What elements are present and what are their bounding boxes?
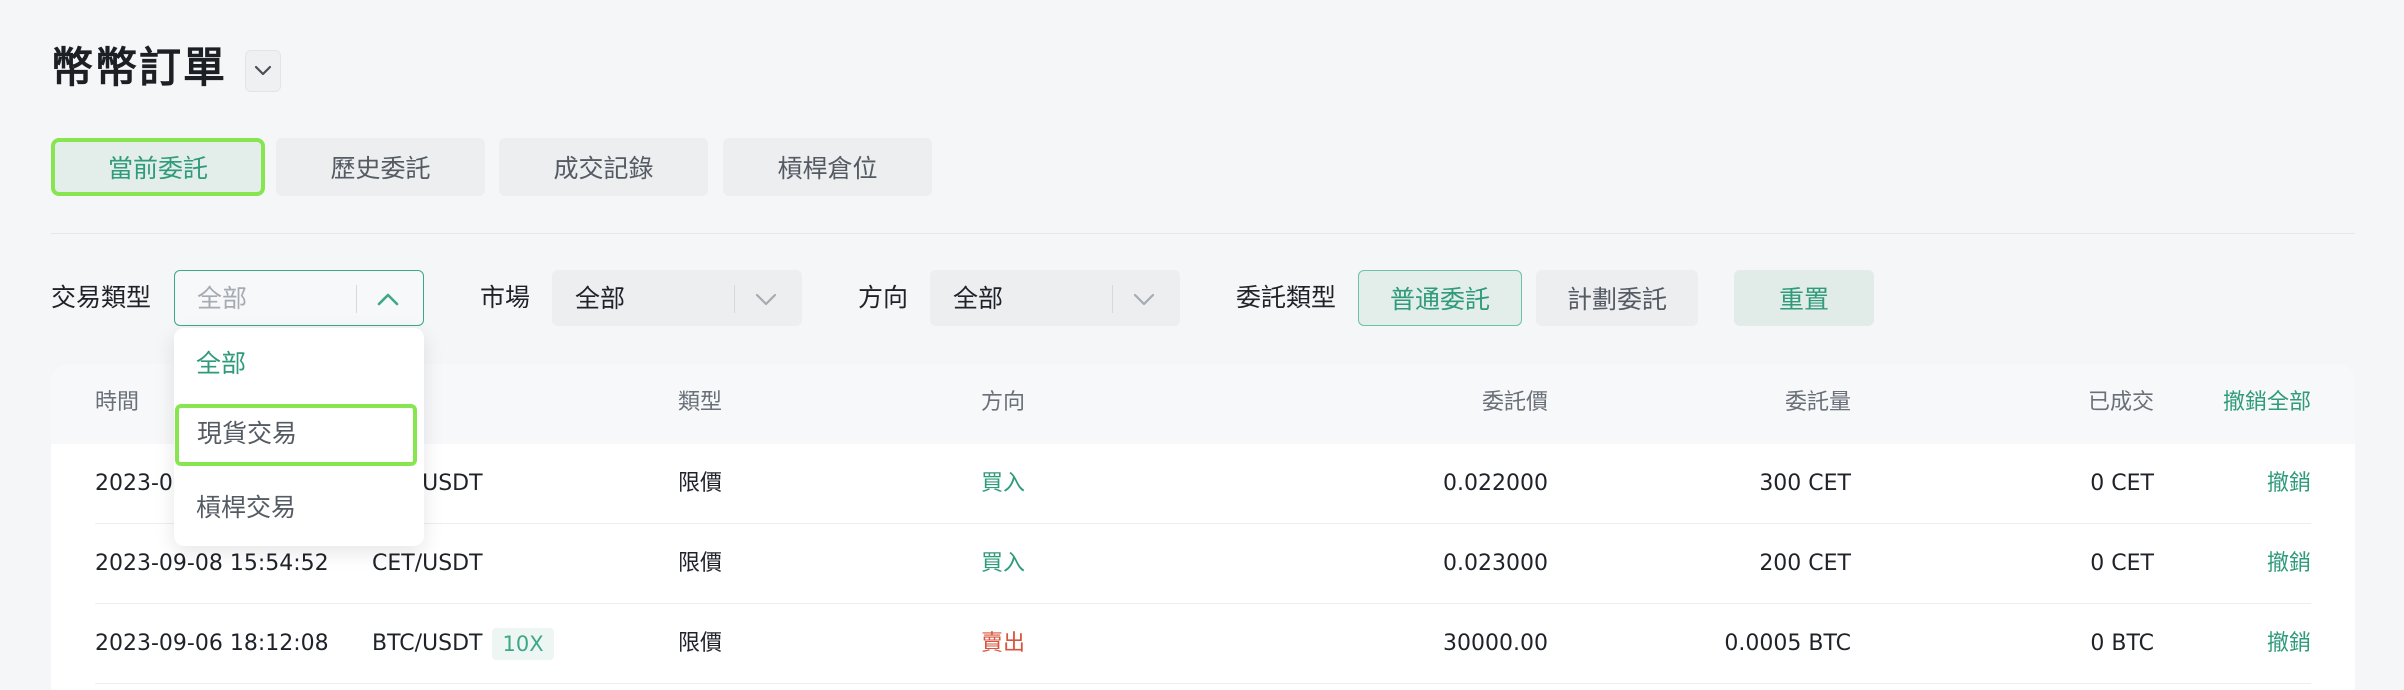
tab-trade-records[interactable]: 成交記錄 — [499, 138, 708, 196]
header-amount: 委託量 — [1784, 390, 1851, 415]
header-type: 類型 — [678, 390, 723, 415]
trade-type-value: 全部 — [197, 284, 248, 313]
cell-side: 買入 — [981, 471, 1026, 496]
leverage-badge: 10X — [492, 628, 554, 660]
cancel-button[interactable]: 撤銷 — [2211, 444, 2311, 524]
chevron-down-icon — [254, 65, 272, 76]
reset-button[interactable]: 重置 — [1734, 270, 1874, 326]
market-value: 全部 — [575, 284, 626, 313]
cancel-button[interactable]: 撤銷 — [2211, 524, 2311, 604]
cell-type: 限價 — [678, 551, 723, 576]
page-title: 幣幣訂單 — [51, 43, 228, 92]
cell-time: 2023-09-06 18:12:08 — [95, 631, 329, 656]
cell-market-text: BTC/USDT — [372, 631, 483, 656]
direction-select[interactable]: 全部 — [930, 270, 1180, 326]
title-dropdown-toggle[interactable] — [245, 50, 281, 92]
select-divider — [734, 285, 735, 313]
cell-market: BTC/USDT 10X — [372, 604, 554, 684]
trade-type-dropdown-menu: 全部 現貨交易 槓桿交易 — [174, 328, 424, 546]
order-type-label: 委託類型 — [1236, 283, 1337, 312]
cancel-all-button[interactable]: 撤銷全部 — [2111, 388, 2311, 418]
orders-page: 幣幣訂單 當前委託 歷史委託 成交記錄 槓桿倉位 交易類型 全部 市場 全部 方… — [0, 0, 2404, 690]
cell-amount: 0.0005 BTC — [1724, 631, 1851, 656]
cell-amount: 300 CET — [1759, 471, 1851, 496]
header-side: 方向 — [981, 390, 1026, 415]
order-type-normal[interactable]: 普通委託 — [1358, 270, 1522, 326]
select-divider — [1112, 285, 1113, 313]
cell-side: 買入 — [981, 551, 1026, 576]
cell-type: 限價 — [678, 471, 723, 496]
chevron-down-icon — [752, 285, 780, 313]
cell-price: 30000.00 — [1443, 631, 1548, 656]
section-divider — [51, 233, 2355, 234]
cell-side: 賣出 — [981, 631, 1026, 656]
tab-margin-positions[interactable]: 槓桿倉位 — [723, 138, 932, 196]
market-select[interactable]: 全部 — [552, 270, 802, 326]
cancel-button[interactable]: 撤銷 — [2211, 604, 2311, 684]
cell-price: 0.022000 — [1443, 471, 1548, 496]
tab-order-history[interactable]: 歷史委託 — [276, 138, 485, 196]
cell-filled: 0 CET — [2090, 471, 2154, 496]
table-row: 2023-09-06 18:12:08 BTC/USDT 10X 限價 賣出 30… — [95, 604, 2311, 684]
cell-price: 0.023000 — [1443, 551, 1548, 576]
market-label: 市場 — [480, 283, 531, 312]
table-row: 2023-09-08 15:55:14 CET/USDT 限價 買入 0.022… — [95, 444, 2311, 524]
menu-item-spot[interactable]: 現貨交易 — [175, 404, 417, 466]
direction-value: 全部 — [953, 284, 1004, 313]
menu-item-all[interactable]: 全部 — [174, 334, 424, 394]
select-divider — [356, 285, 357, 313]
trade-type-select[interactable]: 全部 — [174, 270, 424, 326]
chevron-down-icon — [1130, 285, 1158, 313]
cell-filled: 0 BTC — [2090, 631, 2154, 656]
header-price: 委託價 — [1481, 390, 1548, 415]
header-time: 時間 — [95, 390, 140, 415]
cell-amount: 200 CET — [1759, 551, 1851, 576]
cell-type: 限價 — [678, 631, 723, 656]
trade-type-label: 交易類型 — [51, 283, 152, 312]
tab-current-orders[interactable]: 當前委託 — [51, 138, 265, 196]
menu-item-margin[interactable]: 槓桿交易 — [174, 478, 424, 538]
direction-label: 方向 — [858, 283, 909, 312]
chevron-up-icon — [374, 285, 402, 313]
table-row: 2023-09-08 15:54:52 CET/USDT 限價 買入 0.023… — [95, 524, 2311, 604]
cell-filled: 0 CET — [2090, 551, 2154, 576]
order-type-plan[interactable]: 計劃委託 — [1536, 270, 1698, 326]
